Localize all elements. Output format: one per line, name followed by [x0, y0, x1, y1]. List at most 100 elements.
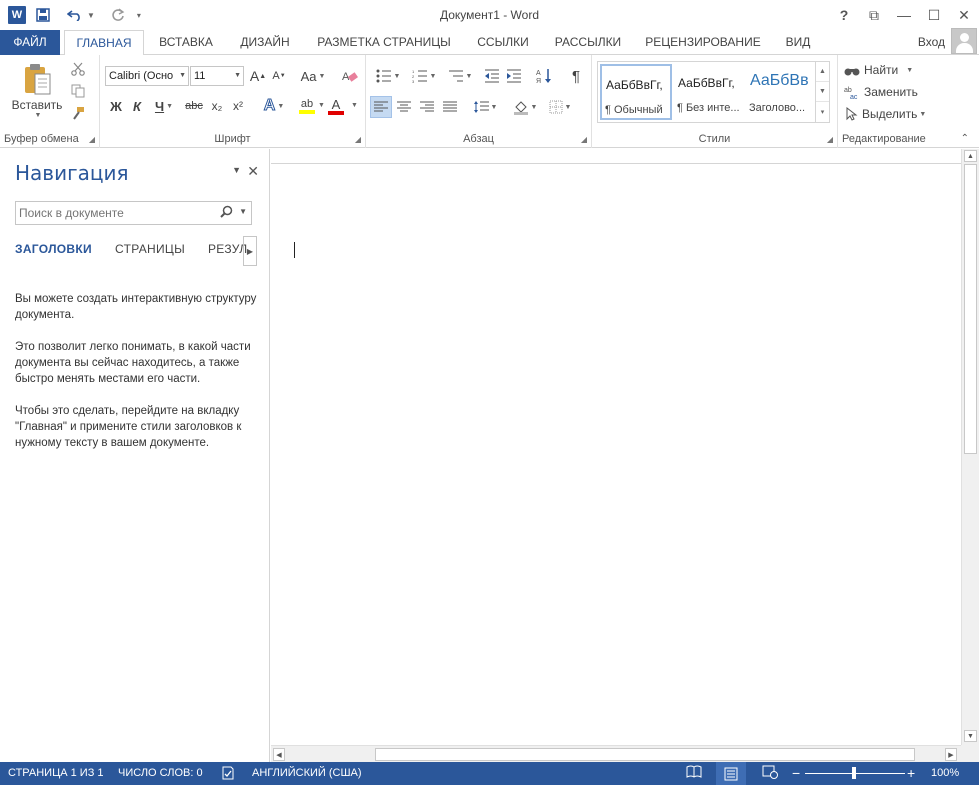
- collapse-ribbon-icon[interactable]: ⌃: [961, 133, 969, 144]
- ribbon-display-options-button[interactable]: ⧉: [859, 0, 889, 30]
- subscript-button[interactable]: x₂: [208, 96, 226, 116]
- clipboard-launcher-icon[interactable]: ◢: [89, 135, 95, 144]
- italic-button[interactable]: К: [128, 96, 146, 116]
- text-effects-dropdown-icon[interactable]: ▼: [277, 103, 284, 110]
- font-name-combo[interactable]: Calibri (Осно ▼: [105, 66, 189, 86]
- grow-font-button[interactable]: A ▲: [249, 66, 267, 86]
- superscript-button[interactable]: x²: [229, 96, 247, 116]
- replace-button[interactable]: ab ac Заменить: [844, 82, 924, 102]
- font-color-button[interactable]: A: [326, 95, 346, 117]
- change-case-dropdown-icon[interactable]: ▼: [318, 73, 325, 80]
- bullets-dropdown-icon[interactable]: ▼: [394, 73, 401, 80]
- bullets-button[interactable]: ▼: [372, 66, 404, 86]
- text-effects-button[interactable]: A ▼: [260, 96, 288, 116]
- increase-indent-button[interactable]: [504, 66, 524, 86]
- tab-home[interactable]: ГЛАВНАЯ: [64, 30, 144, 56]
- search-options-icon[interactable]: ▼: [239, 207, 247, 216]
- paste-dropdown-icon[interactable]: ▼: [35, 112, 42, 119]
- scroll-down-icon[interactable]: ▼: [964, 730, 977, 742]
- show-formatting-button[interactable]: ¶: [566, 66, 586, 86]
- help-button[interactable]: ?: [829, 0, 859, 30]
- web-layout-icon[interactable]: [762, 765, 778, 782]
- sort-button[interactable]: AЯ: [534, 66, 554, 86]
- avatar[interactable]: [951, 28, 977, 54]
- numbering-dropdown-icon[interactable]: ▼: [430, 73, 437, 80]
- scroll-left-icon[interactable]: ◀: [273, 748, 285, 761]
- gallery-more-icon[interactable]: ▾: [816, 102, 829, 122]
- tab-file[interactable]: ФАЙЛ: [0, 30, 60, 55]
- font-color-dropdown-icon[interactable]: ▼: [351, 102, 358, 109]
- font-launcher-icon[interactable]: ◢: [355, 135, 361, 144]
- strikethrough-button[interactable]: abc: [183, 96, 205, 116]
- word-count[interactable]: ЧИСЛО СЛОВ: 0: [118, 767, 203, 779]
- copy-button[interactable]: [68, 81, 88, 101]
- document-search-input[interactable]: [16, 202, 211, 224]
- tab-pages[interactable]: СТРАНИЦЫ: [115, 242, 185, 256]
- style-heading-1[interactable]: АаБбВв Заголово...: [746, 64, 818, 120]
- horizontal-scrollbar[interactable]: ◀ ▶: [271, 745, 961, 762]
- page-count[interactable]: СТРАНИЦА 1 ИЗ 1: [8, 767, 104, 779]
- zoom-level[interactable]: 100%: [931, 767, 959, 779]
- tab-review[interactable]: РЕЦЕНЗИРОВАНИЕ: [640, 30, 766, 55]
- tab-results[interactable]: РЕЗУЛ: [208, 242, 247, 256]
- style-normal[interactable]: АаБбВвГг, ¶ Обычный: [600, 64, 672, 120]
- shading-dropdown-icon[interactable]: ▼: [531, 104, 538, 111]
- zoom-slider-thumb[interactable]: [852, 767, 856, 779]
- align-right-button[interactable]: [416, 96, 438, 118]
- horizontal-scroll-thumb[interactable]: [375, 748, 915, 761]
- tab-mailings[interactable]: РАССЫЛКИ: [548, 30, 628, 55]
- font-size-combo[interactable]: 11 ▼: [190, 66, 244, 86]
- line-spacing-dropdown-icon[interactable]: ▼: [491, 104, 498, 111]
- justify-button[interactable]: [439, 96, 461, 118]
- decrease-indent-button[interactable]: [482, 66, 502, 86]
- cut-button[interactable]: [68, 59, 88, 79]
- language-indicator[interactable]: АНГЛИЙСКИЙ (США): [252, 767, 362, 779]
- tab-insert[interactable]: ВСТАВКА: [150, 30, 222, 55]
- gallery-up-icon[interactable]: ▲: [816, 62, 829, 82]
- select-button[interactable]: Выделить ▼: [844, 104, 934, 124]
- gallery-down-icon[interactable]: ▼: [816, 82, 829, 102]
- tab-view[interactable]: ВИД: [776, 30, 820, 55]
- borders-button[interactable]: ▼: [544, 96, 576, 118]
- borders-dropdown-icon[interactable]: ▼: [565, 104, 572, 111]
- vertical-scroll-thumb[interactable]: [964, 164, 977, 454]
- underline-button[interactable]: Ч ▼: [150, 96, 178, 116]
- proofing-icon[interactable]: [220, 765, 236, 784]
- find-dropdown-icon[interactable]: ▼: [906, 67, 913, 74]
- vertical-scrollbar[interactable]: ▲ ▼: [961, 149, 979, 745]
- styles-launcher-icon[interactable]: ◢: [827, 135, 833, 144]
- font-size-dropdown-icon[interactable]: ▼: [234, 67, 241, 85]
- document-canvas[interactable]: [271, 149, 961, 745]
- tab-layout[interactable]: РАЗМЕТКА СТРАНИЦЫ: [310, 30, 458, 55]
- paragraph-launcher-icon[interactable]: ◢: [581, 135, 587, 144]
- shrink-font-button[interactable]: A ▼: [270, 66, 288, 86]
- close-button[interactable]: ✕: [949, 0, 979, 30]
- style-no-spacing[interactable]: АаБбВвГг, ¶ Без инте...: [674, 64, 746, 120]
- minimize-button[interactable]: —: [889, 0, 919, 30]
- zoom-in-button[interactable]: +: [907, 765, 915, 781]
- multilevel-list-button[interactable]: ▼: [444, 66, 476, 86]
- read-mode-icon[interactable]: [686, 765, 702, 782]
- tab-references[interactable]: ССЫЛКИ: [468, 30, 538, 55]
- numbering-button[interactable]: 123 ▼: [408, 66, 440, 86]
- line-spacing-button[interactable]: ▼: [470, 96, 500, 118]
- select-dropdown-icon[interactable]: ▼: [919, 111, 926, 118]
- align-center-button[interactable]: [393, 96, 415, 118]
- search-icon[interactable]: [220, 205, 233, 221]
- format-painter-button[interactable]: [68, 103, 88, 123]
- zoom-out-button[interactable]: −: [792, 765, 800, 781]
- tab-headings[interactable]: ЗАГОЛОВКИ: [15, 242, 92, 256]
- highlight-dropdown-icon[interactable]: ▼: [318, 102, 325, 109]
- clear-formatting-button[interactable]: A: [340, 66, 360, 86]
- find-button[interactable]: Найти ▼: [844, 60, 924, 80]
- change-case-button[interactable]: Aa ▼: [298, 66, 328, 86]
- tab-design[interactable]: ДИЗАЙН: [230, 30, 300, 55]
- sign-in-link[interactable]: Вход: [918, 35, 945, 49]
- underline-dropdown-icon[interactable]: ▼: [166, 103, 173, 110]
- align-left-button[interactable]: [370, 96, 392, 118]
- paste-button[interactable]: Вставить ▼: [6, 59, 68, 121]
- bold-button[interactable]: Ж: [107, 96, 125, 116]
- font-name-dropdown-icon[interactable]: ▼: [179, 67, 186, 85]
- shading-button[interactable]: ▼: [510, 96, 540, 118]
- print-layout-icon[interactable]: [716, 762, 746, 785]
